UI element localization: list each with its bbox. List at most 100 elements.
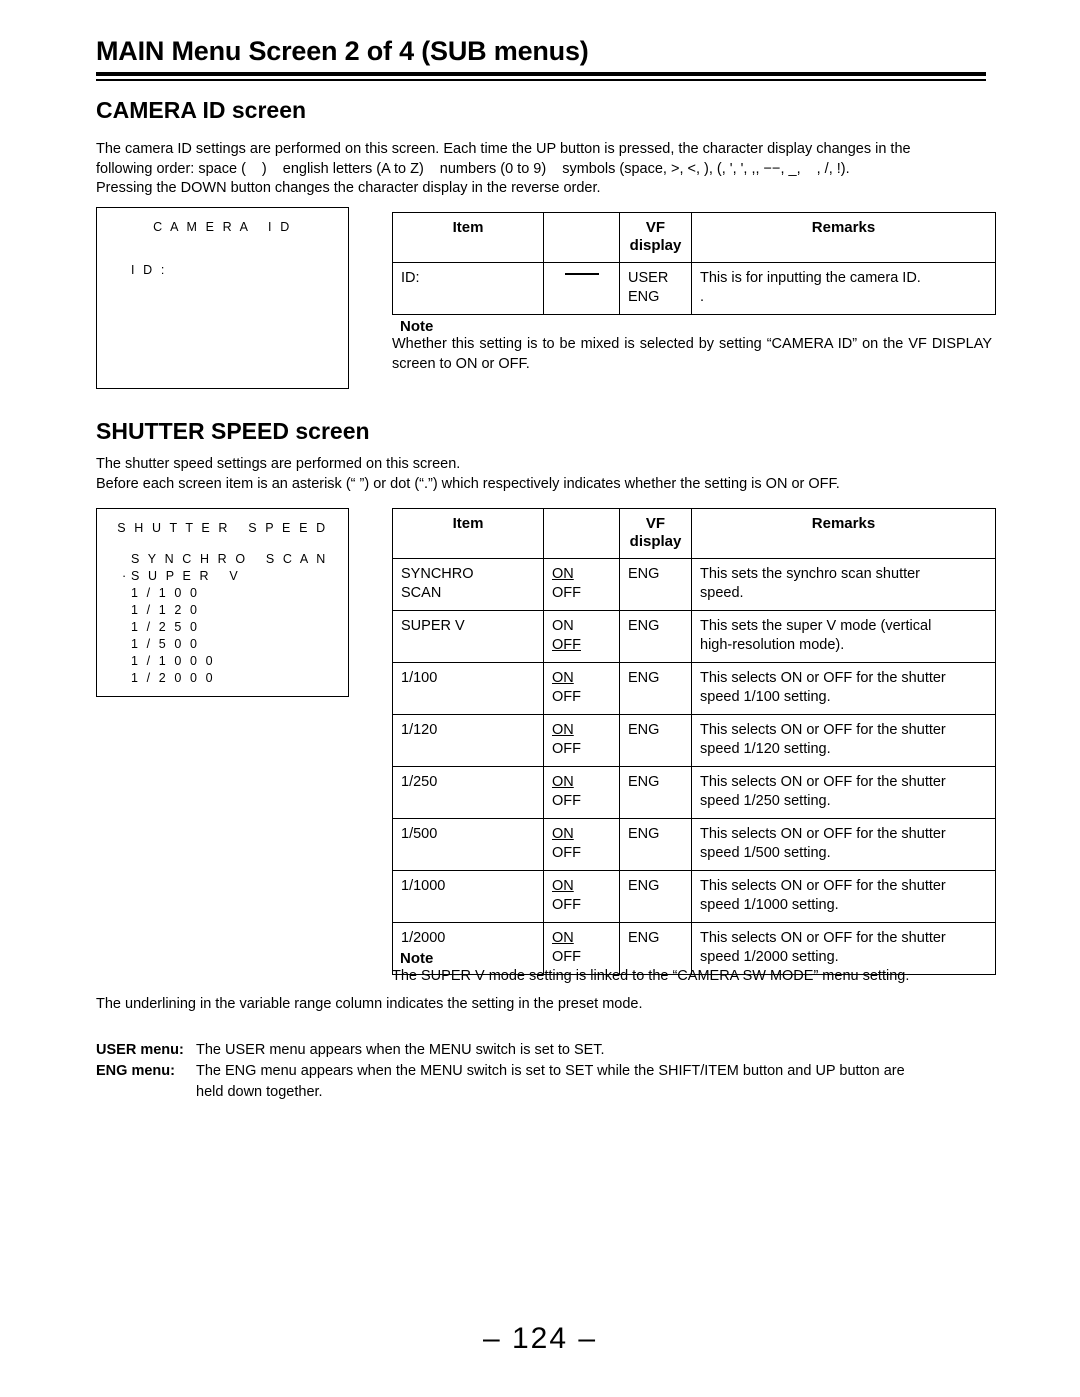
cell-vf-display: ENG: [619, 818, 692, 871]
shutter-screen-body: S Y N C H R O S C A N · S U P E R V 1 / 1 0…: [97, 537, 348, 687]
cell-range-on: ON: [552, 826, 574, 842]
cell-remarks-line2: speed 1/100 setting.: [700, 689, 831, 705]
cell-item-line2: SCAN: [401, 585, 442, 601]
cell-item: 1/500: [392, 818, 544, 871]
cell-vf-display: USER ENG: [619, 262, 692, 315]
cell-remarks-line1: This selects ON or OFF for the shutter: [700, 930, 946, 946]
note-text: Whether this setting is to be mixed is s…: [392, 336, 992, 372]
user-menu-row: USER menu: The USER menu appears when th…: [96, 1040, 996, 1061]
cell-remarks-line1: This selects ON or OFF for the shutter: [700, 878, 946, 894]
note-label: Note: [400, 318, 434, 335]
shutter-screen-line-marker-dot-icon: ·: [122, 569, 129, 583]
cell-vf-display: ENG: [619, 870, 692, 923]
cell-item-line1: 1/100: [401, 670, 438, 686]
camera-id-intro-line-2f: , /, !).: [816, 160, 850, 177]
note-label: Note: [400, 950, 434, 967]
cell-variable-range: ON OFF: [543, 818, 620, 871]
shutter-speed-table: Item VF display Remarks SYNCHRO SCAN ON OFF…: [392, 508, 996, 975]
shutter-screen-line-text: S U P E R V: [131, 569, 241, 583]
cell-remarks: This selects ON or OFF for the shutter sp…: [691, 662, 996, 715]
table-row: 1/1000 ON OFF ENG This selects ON or OFF for…: [392, 870, 996, 923]
cell-range-on: ON: [552, 566, 574, 582]
header-vf-line2: display: [629, 533, 682, 550]
cell-variable-range: ON OFF: [543, 714, 620, 767]
camera-id-intro-line-3: Pressing the DOWN button changes the cha…: [96, 180, 601, 196]
camera-id-screen-body: I D :: [97, 236, 348, 279]
document-page: MAIN Menu Screen 2 of 4 (SUB menus) CAME…: [0, 0, 1080, 1397]
cell-item: 1/120: [392, 714, 544, 767]
shutter-screen-line-0: S Y N C H R O S C A N: [131, 551, 348, 568]
user-menu-label: USER menu:: [96, 1042, 184, 1058]
shutter-screen-line-7: 1 / 2 0 0 0: [131, 670, 348, 687]
title-rule-thick: [96, 72, 986, 76]
cell-remarks-line2: high-resolution mode).: [700, 637, 845, 653]
cell-vf-display: ENG: [619, 662, 692, 715]
cell-item-line1: 1/120: [401, 722, 438, 738]
eng-menu-row: ENG menu: The ENG menu appears when the …: [96, 1061, 996, 1082]
em-dash-icon: [564, 273, 599, 275]
cell-item-line1: 1/500: [401, 826, 438, 842]
cell-remarks-line1: This selects ON or OFF for the shutter: [700, 670, 946, 686]
cell-range-off: OFF: [552, 897, 581, 913]
cell-item-line1: SUPER V: [401, 618, 465, 634]
shutter-speed-section-title: SHUTTER SPEED screen: [96, 418, 370, 444]
page-title: MAIN Menu Screen 2 of 4 (SUB menus): [96, 36, 589, 66]
shutter-screen-line-4: 1 / 2 5 0: [131, 619, 348, 636]
camera-id-intro-line-2b: ): [261, 160, 267, 177]
cell-remarks: This selects ON or OFF for the shutter sp…: [691, 766, 996, 819]
camera-id-screen-mock: C A M E R A I D I D :: [96, 207, 349, 389]
camera-id-note: Note Whether this setting is to be mixed…: [392, 318, 992, 374]
underline-explanation: The underlining in the variable range co…: [96, 996, 643, 1012]
eng-menu-label: ENG menu:: [96, 1063, 175, 1079]
shutter-screen-line-text: 1 / 1 0 0: [131, 586, 200, 600]
cell-range-on: ON: [552, 618, 574, 634]
cell-item: 1/1000: [392, 870, 544, 923]
menu-explanations: USER menu: The USER menu appears when th…: [96, 1040, 996, 1103]
cell-variable-range: ON OFF: [543, 766, 620, 819]
shutter-screen-line-text: 1 / 5 0 0: [131, 637, 200, 651]
cell-remarks-line2: speed 1/500 setting.: [700, 845, 831, 861]
cell-item-line1: 1/2000: [401, 930, 446, 946]
cell-item: 1/100: [392, 662, 544, 715]
header-range: [543, 508, 620, 559]
shutter-speed-note: Note The SUPER V mode setting is linked …: [392, 950, 992, 987]
cell-variable-range: ON OFF: [543, 662, 620, 715]
shutter-screen-line-6: 1 / 1 0 0 0: [131, 653, 348, 670]
cell-range-on: ON: [552, 722, 574, 738]
cell-item-line1: SYNCHRO: [401, 566, 474, 582]
cell-remarks-line1: This selects ON or OFF for the shutter: [700, 826, 946, 842]
cell-range-on: ON: [552, 670, 574, 686]
eng-menu-text: The ENG menu appears when the MENU switc…: [196, 1063, 905, 1079]
cell-remarks-line1: This is for inputting the camera ID.: [700, 270, 921, 286]
header-vf-line1: VF: [645, 219, 666, 236]
camera-id-intro-line-2a: following order: space (: [96, 160, 246, 177]
camera-id-intro-line-2d: numbers (0 to 9): [439, 160, 547, 177]
cell-vf-display: ENG: [619, 766, 692, 819]
cell-item-line1: 1/250: [401, 774, 438, 790]
cell-range-off: OFF: [552, 741, 581, 757]
cell-remarks-line2: speed 1/120 setting.: [700, 741, 831, 757]
shutter-screen-line-text: 1 / 2 0 0 0: [131, 671, 216, 685]
shutter-screen-title: S H U T T E R S P E E D: [117, 521, 328, 535]
cell-remarks: This is for inputting the camera ID. .: [691, 262, 996, 315]
header-item: Item: [392, 212, 544, 263]
cell-remarks-line1: This selects ON or OFF for the shutter: [700, 722, 946, 738]
cell-vf-display: ENG: [619, 714, 692, 767]
cell-remarks-line2: .: [700, 289, 705, 305]
cell-range-on: ON: [552, 774, 574, 790]
shutter-screen-line-2: 1 / 1 0 0: [131, 585, 348, 602]
cell-remarks: This selects ON or OFF for the shutter sp…: [691, 870, 996, 923]
header-range: [543, 212, 620, 263]
header-vf-line2: display: [629, 237, 682, 254]
camera-id-screen-line-id: I D :: [131, 263, 167, 277]
shutter-screen-line-text: 1 / 1 2 0: [131, 603, 200, 617]
cell-variable-range: ON OFF: [543, 610, 620, 663]
cell-item: SUPER V: [392, 610, 544, 663]
table-row: SUPER V ON OFF ENG This sets the super V mod…: [392, 610, 996, 663]
table-row: 1/250 ON OFF ENG This selects ON or OFF for …: [392, 766, 996, 819]
title-rule-thin: [96, 79, 986, 81]
header-item: Item: [392, 508, 544, 559]
shutter-screen-line-3: 1 / 1 2 0: [131, 602, 348, 619]
camera-id-intro-line-2e: symbols (space, >, <, ), (, ', ', ,, −−,…: [562, 160, 801, 177]
shutter-screen-line-5: 1 / 5 0 0: [131, 636, 348, 653]
